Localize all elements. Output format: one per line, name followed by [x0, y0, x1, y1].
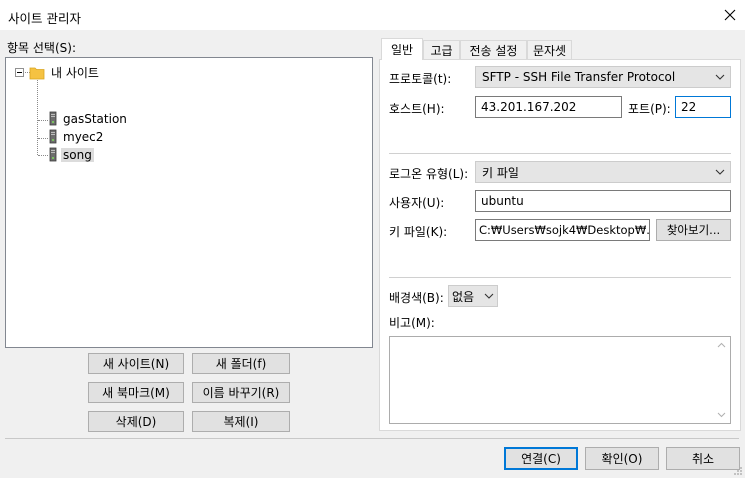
ok-button[interactable]: 확인(O)	[585, 447, 659, 470]
host-input[interactable]: 43.201.167.202	[475, 96, 622, 118]
keyfile-label: 키 파일(K):	[389, 225, 448, 239]
close-icon	[724, 9, 736, 21]
tree-root-label: 내 사이트	[51, 66, 99, 80]
divider	[389, 153, 731, 154]
tree-site-label: myec2	[63, 129, 104, 144]
bgcolor-select[interactable]: 없음	[448, 285, 498, 307]
host-label: 호스트(H):	[389, 102, 445, 116]
tree-connector	[38, 138, 48, 139]
server-icon	[49, 147, 57, 161]
divider	[389, 277, 731, 278]
delete-button[interactable]: 삭제(D)	[88, 411, 184, 432]
tree-connector	[38, 120, 48, 121]
title-bar: 사이트 관리자	[0, 0, 745, 30]
cancel-button[interactable]: 취소	[666, 447, 740, 470]
tree-site-item[interactable]: gasStation	[49, 110, 129, 127]
tree-site-item-selected[interactable]: song	[49, 146, 94, 163]
logon-type-value: 키 파일	[482, 165, 519, 180]
chevron-down-icon	[715, 74, 725, 80]
tree-connector	[37, 80, 38, 155]
user-input[interactable]: ubuntu	[475, 190, 731, 212]
tree-site-label: song	[61, 147, 94, 162]
folder-icon	[29, 67, 45, 79]
tab-general[interactable]: 일반	[381, 38, 423, 60]
new-site-button[interactable]: 새 사이트(N)	[88, 353, 184, 374]
protocol-value: SFTP - SSH File Transfer Protocol	[482, 70, 676, 84]
tree-site-item[interactable]: myec2	[49, 128, 105, 145]
server-icon	[49, 129, 57, 143]
scroll-down-icon[interactable]	[717, 412, 726, 418]
tab-charset[interactable]: 문자셋	[527, 40, 572, 59]
port-label: 포트(P):	[628, 102, 671, 116]
resize-grip-icon[interactable]	[733, 466, 743, 476]
bgcolor-label: 배경색(B):	[389, 291, 444, 305]
protocol-select[interactable]: SFTP - SSH File Transfer Protocol	[475, 66, 731, 88]
bgcolor-value: 없음	[452, 289, 475, 304]
tree-root-my-sites[interactable]: 내 사이트	[29, 64, 101, 81]
tree-label: 항목 선택(S):	[7, 41, 76, 55]
logon-type-label: 로그온 유형(L):	[389, 167, 469, 181]
tree-connector	[38, 155, 48, 156]
new-bookmark-button[interactable]: 새 북마크(M)	[88, 382, 184, 403]
dialog-body: 항목 선택(S): 내 사이트 gasStation myec2 song 새 …	[0, 30, 745, 478]
tab-advanced[interactable]: 고급	[423, 40, 460, 59]
general-panel: 프로토콜(t): SFTP - SSH File Transfer Protoc…	[379, 59, 741, 431]
tree-site-label: gasStation	[63, 111, 127, 126]
footer-divider	[5, 438, 739, 439]
site-tree[interactable]: 내 사이트 gasStation myec2 song	[5, 57, 373, 348]
server-icon	[49, 111, 57, 125]
port-input[interactable]: 22	[675, 96, 731, 118]
keyfile-input[interactable]: C:₩Users₩sojk4₩Desktop₩.ssh	[475, 219, 650, 241]
tab-transfer-settings[interactable]: 전송 설정	[460, 40, 527, 59]
window-title: 사이트 관리자	[8, 11, 81, 26]
logon-type-select[interactable]: 키 파일	[475, 161, 731, 183]
rename-button[interactable]: 이름 바꾸기(R)	[192, 382, 290, 403]
comments-textarea[interactable]	[389, 336, 731, 424]
duplicate-button[interactable]: 복제(I)	[192, 411, 290, 432]
comments-label: 비고(M):	[389, 316, 435, 330]
browse-button[interactable]: 찾아보기...	[656, 219, 731, 241]
new-folder-button[interactable]: 새 폴더(f)	[192, 353, 290, 374]
user-label: 사용자(U):	[389, 196, 445, 210]
chevron-down-icon	[484, 293, 494, 299]
protocol-label: 프로토콜(t):	[389, 72, 452, 86]
connect-button[interactable]: 연결(C)	[504, 447, 578, 470]
collapse-toggle[interactable]	[15, 68, 24, 77]
close-button[interactable]	[715, 0, 745, 30]
chevron-down-icon	[715, 169, 725, 175]
comments-scrollbar[interactable]	[713, 337, 730, 423]
scroll-up-icon[interactable]	[717, 342, 726, 348]
